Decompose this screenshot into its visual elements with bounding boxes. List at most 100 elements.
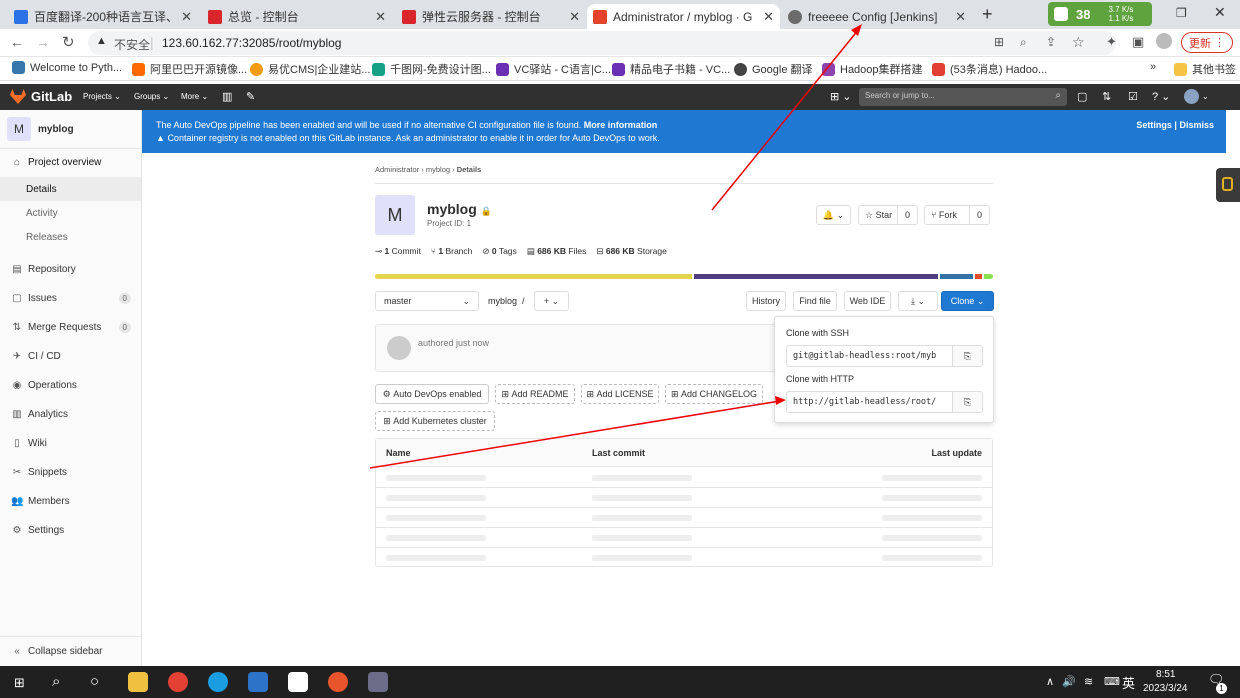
bookmark-ebooks[interactable]: 精品电子书籍 - VC... [612, 61, 730, 77]
auto-devops-button[interactable]: ⚙ Auto DevOps enabled [375, 384, 489, 404]
table-row[interactable] [376, 548, 992, 568]
forward-arrow-icon[interactable]: → [36, 34, 50, 50]
table-row[interactable] [376, 468, 992, 488]
translate-icon[interactable]: ⊞ [994, 35, 1004, 49]
floating-extension-tab[interactable] [1216, 168, 1240, 202]
tab-baidu-translate[interactable]: 百度翻译-200种语言互译、沟通✕ [8, 4, 198, 29]
more-information-link[interactable]: More information [584, 120, 658, 130]
wifi-icon[interactable]: ≋ [1084, 675, 1093, 688]
sidebar-item-details[interactable]: Details [0, 177, 141, 201]
address-bar[interactable]: ▲ 不安全 | 123.60.162.77:32085/root/myblog … [88, 31, 1116, 55]
table-row[interactable] [376, 508, 992, 528]
stat-branches[interactable]: ⑂ 1 Branch [431, 246, 473, 257]
nav-more[interactable]: More ⌄ [181, 92, 208, 101]
bookmark-eyoucms[interactable]: 易优CMS|企业建站... [250, 61, 370, 77]
issues-icon[interactable]: ▢ [1077, 90, 1087, 103]
help-icon[interactable]: ? ⌄ [1152, 90, 1170, 103]
bookmark-other-folder[interactable]: 其他书签 [1174, 61, 1236, 77]
add-readme-button[interactable]: ⊞ Add README [495, 384, 575, 404]
windows-start-icon[interactable]: ⊞ [14, 675, 25, 691]
update-button[interactable]: 更新 ⋮ [1181, 32, 1233, 53]
breadcrumb-administrator[interactable]: Administrator [375, 165, 419, 174]
wrench-icon[interactable]: ✎ [246, 90, 255, 103]
download-dropdown[interactable]: ⤓ ⌄ [898, 291, 938, 311]
volume-icon[interactable]: 🔊 [1062, 675, 1076, 688]
close-icon[interactable]: ✕ [955, 9, 966, 25]
tab-huawei-ecs[interactable]: 弹性云服务器 - 控制台 ✕ [396, 4, 586, 29]
extensions-icon[interactable]: ✦ [1106, 34, 1117, 50]
clock-time[interactable]: 8:51 [1156, 669, 1175, 680]
file-explorer-icon[interactable] [128, 672, 148, 692]
sidebar-item-releases[interactable]: Releases [0, 225, 141, 249]
sidebar-item-analytics[interactable]: ▥ Analytics [0, 402, 141, 426]
fork-button[interactable]: ⑂ Fork 0 [924, 205, 990, 225]
stat-commits[interactable]: ⊸ 1 Commit [375, 246, 421, 257]
sidebar-item-wiki[interactable]: ▯ Wiki [0, 431, 141, 455]
gitlab-logo-icon[interactable] [10, 89, 26, 104]
reload-icon[interactable]: ↻ [62, 33, 75, 51]
sidebar-item-snippets[interactable]: ✂ Snippets [0, 460, 141, 484]
bookmark-python[interactable]: Welcome to Pyth... [12, 61, 122, 74]
chevron-down-icon[interactable]: ⌄ [1202, 92, 1209, 101]
sidebar-item-settings[interactable]: ⚙ Settings [0, 518, 141, 542]
nav-projects[interactable]: Projects ⌄ [83, 92, 121, 101]
bookmarks-more[interactable]: » [1150, 61, 1156, 73]
ssh-url-field[interactable]: git@gitlab-headless:root/myb ⎘ [786, 345, 983, 367]
add-changelog-button[interactable]: ⊞ Add CHANGELOG [665, 384, 763, 404]
chrome-icon[interactable] [168, 672, 188, 692]
window-close-icon[interactable]: ✕ [1214, 4, 1226, 21]
close-icon[interactable]: ✕ [763, 9, 774, 25]
add-kubernetes-button[interactable]: ⊞ Add Kubernetes cluster [375, 411, 495, 431]
copy-http-icon[interactable]: ⎘ [952, 392, 982, 412]
sidepanel-icon[interactable]: ▣ [1132, 34, 1144, 50]
star-button[interactable]: ☆ Star 0 [858, 205, 918, 225]
plus-square-icon[interactable]: ⊞ ⌄ [830, 90, 852, 103]
keyboard-icon[interactable]: ⌨ [1104, 675, 1120, 688]
zoom-icon[interactable]: ⌕ [1020, 35, 1027, 50]
find-file-button[interactable]: Find file [793, 291, 837, 311]
security-widget[interactable]: 38 3.7 K/s 1.1 K/s [1048, 2, 1152, 26]
add-file-dropdown[interactable]: + ⌄ [534, 291, 569, 311]
analytics-icon[interactable]: ▥ [222, 90, 232, 103]
stat-files[interactable]: ▤ 686 KB Files [527, 246, 587, 257]
tab-huawei-overview[interactable]: 总览 - 控制台 ✕ [202, 4, 392, 29]
close-icon[interactable]: ✕ [181, 9, 192, 25]
back-arrow-icon[interactable]: ← [10, 34, 24, 50]
user-avatar[interactable] [1184, 89, 1199, 104]
share-icon[interactable]: ⇪ [1046, 35, 1056, 49]
sidebar-item-project-overview[interactable]: ⌂ Project overview [0, 150, 141, 174]
search-input[interactable]: Search or jump to... ⌕ [859, 88, 1067, 106]
collapse-sidebar-button[interactable]: «Collapse sidebar [0, 639, 141, 663]
search-icon[interactable]: ⌕ [52, 673, 60, 690]
project-avatar[interactable]: M [7, 117, 31, 141]
sidebar-item-ci-cd[interactable]: ✈ CI / CD [0, 344, 141, 368]
tab-jenkins-config[interactable]: freeeee Config [Jenkins] ✕ [782, 4, 972, 29]
vm-app-icon[interactable] [368, 672, 388, 692]
tab-gitlab-myblog[interactable]: Administrator / myblog · GitLa✕ [587, 4, 780, 29]
window-restore-icon[interactable]: ❐ [1176, 6, 1187, 20]
close-icon[interactable]: ✕ [569, 9, 580, 25]
clone-button[interactable]: Clone ⌄ [941, 291, 994, 311]
add-license-button[interactable]: ⊞ Add LICENSE [581, 384, 659, 404]
bookmark-aliyun[interactable]: 阿里巴巴开源镜像... [132, 61, 247, 77]
app-icon[interactable] [328, 672, 348, 692]
sidebar-item-members[interactable]: 👥 Members [0, 489, 141, 513]
gitlab-brand[interactable]: GitLab [31, 89, 72, 104]
media-player-icon[interactable] [248, 672, 268, 692]
bookmark-star-icon[interactable]: ☆ [1072, 34, 1085, 51]
web-ide-button[interactable]: Web IDE [844, 291, 891, 311]
tray-chevron-icon[interactable]: ∧ [1046, 675, 1054, 688]
banner-settings-link[interactable]: Settings [1136, 120, 1172, 130]
todo-icon[interactable]: ☑ [1128, 90, 1138, 103]
breadcrumb-myblog[interactable]: myblog [426, 165, 450, 174]
nav-groups[interactable]: Groups ⌄ [134, 92, 169, 101]
edge-icon[interactable] [208, 672, 228, 692]
banner-dismiss-link[interactable]: Dismiss [1179, 120, 1214, 130]
bookmark-qiantu[interactable]: 千图网-免费设计图... [372, 61, 491, 77]
merge-request-icon[interactable]: ⇅ [1102, 90, 1111, 103]
branch-select[interactable]: master ⌄ [375, 291, 479, 311]
bookmark-google-translate[interactable]: Google 翻译 [734, 61, 813, 77]
clock-date[interactable]: 2023/3/24 [1143, 683, 1188, 694]
input-language[interactable]: 英 [1122, 673, 1135, 692]
repo-path[interactable]: myblog [488, 296, 517, 306]
